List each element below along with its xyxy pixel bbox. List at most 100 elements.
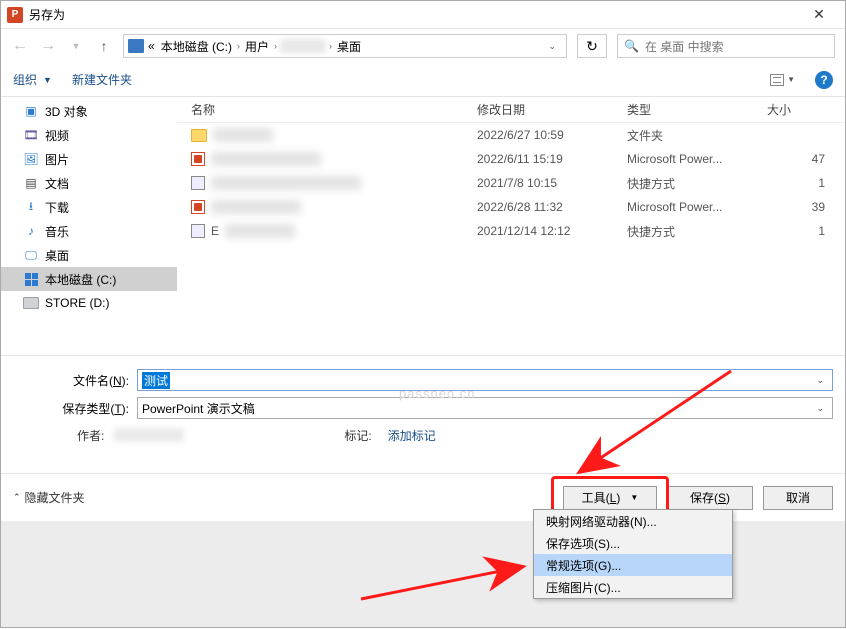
cell-type: 快捷方式: [627, 223, 767, 240]
cell-type: 文件夹: [627, 127, 767, 144]
view-icon: [770, 74, 784, 86]
sidebar-item-label: 视频: [45, 127, 69, 144]
crumb-1[interactable]: 用户: [243, 38, 271, 55]
crumb-2-redacted[interactable]: xxx: [280, 39, 326, 53]
file-row[interactable]: 2022/6/28 11:32 Microsoft Power... 39: [177, 195, 845, 219]
file-row[interactable]: 2022/6/11 15:19 Microsoft Power... 47: [177, 147, 845, 171]
sidebar-item-3d[interactable]: ▣ 3D 对象: [1, 99, 177, 123]
sidebar-item-label: STORE (D:): [45, 296, 109, 310]
filename-redacted: [225, 224, 295, 238]
sidebar-item-label: 下载: [45, 199, 69, 216]
music-icon: ♪: [23, 224, 39, 238]
chevron-right-icon: ›: [273, 41, 278, 51]
author-redacted: [114, 428, 184, 442]
sidebar-item-pictures[interactable]: 🖼 图片: [1, 147, 177, 171]
sidebar-item-desktop[interactable]: 🖵桌面: [1, 243, 177, 267]
cell-date: 2022/6/27 10:59: [477, 128, 627, 142]
filename-value: 测试: [142, 372, 170, 389]
shortcut-icon: [191, 176, 205, 190]
chevron-right-icon: ›: [236, 41, 241, 51]
chevron-down-icon: ▼: [630, 493, 638, 502]
sidebar-item-downloads[interactable]: ⭳下载: [1, 195, 177, 219]
drive-icon: [23, 296, 39, 310]
cube-icon: ▣: [23, 104, 39, 118]
sidebar-item-music[interactable]: ♪ 音乐: [1, 219, 177, 243]
up-button[interactable]: ↑: [95, 38, 113, 54]
chevron-right-icon: ›: [328, 41, 333, 51]
filename-redacted: [211, 200, 301, 214]
sidebar-item-documents[interactable]: ▤文档: [1, 171, 177, 195]
caret-icon: ⌃: [13, 492, 21, 503]
tools-button[interactable]: 工具(L) ▼: [563, 486, 657, 510]
menu-general-options[interactable]: 常规选项(G)...: [534, 554, 732, 576]
file-row[interactable]: 2021/7/8 10:15 快捷方式 1: [177, 171, 845, 195]
hide-folders-label: 隐藏文件夹: [25, 489, 85, 506]
savetype-select[interactable]: PowerPoint 演示文稿 ⌄: [137, 397, 833, 419]
help-button[interactable]: ?: [815, 71, 833, 89]
savetype-label: 保存类型(T):: [13, 400, 129, 417]
col-name[interactable]: 名称: [177, 101, 477, 118]
metadata-row: 作者: 标记: 添加标记: [13, 422, 833, 448]
sidebar-item-label: 3D 对象: [45, 103, 88, 120]
col-size[interactable]: 大小: [767, 101, 845, 118]
sidebar-item-label: 图片: [45, 151, 69, 168]
filename-label: 文件名(N):: [13, 372, 129, 389]
document-icon: ▤: [23, 176, 39, 190]
crumb-prefix: «: [146, 39, 157, 53]
crumb-0[interactable]: 本地磁盘 (C:): [159, 38, 234, 55]
search-input[interactable]: 🔍 在 桌面 中搜索: [617, 34, 835, 58]
organize-button[interactable]: 组织: [13, 71, 37, 88]
recent-locations-button[interactable]: ▼: [67, 41, 85, 51]
add-tag-link[interactable]: 添加标记: [388, 427, 436, 444]
organize-dropdown-icon[interactable]: ▼: [43, 75, 52, 85]
window-title: 另存为: [29, 6, 799, 23]
col-date[interactable]: 修改日期: [477, 101, 627, 118]
menu-compress-pictures[interactable]: 压缩图片(C)...: [534, 576, 732, 598]
cell-type: Microsoft Power...: [627, 152, 767, 166]
menu-map-network-drive[interactable]: 映射网络驱动器(N)...: [534, 510, 732, 532]
chevron-down-icon[interactable]: ⌄: [812, 375, 828, 386]
forward-button[interactable]: →: [39, 37, 57, 55]
filename-redacted: [211, 176, 361, 190]
savetype-value: PowerPoint 演示文稿: [142, 400, 812, 417]
cell-type: 快捷方式: [627, 175, 767, 192]
powerpoint-icon: P: [7, 7, 23, 23]
tools-menu: 映射网络驱动器(N)... 保存选项(S)... 常规选项(G)... 压缩图片…: [533, 509, 733, 599]
file-row[interactable]: E 2021/12/14 12:12 快捷方式 1: [177, 219, 845, 243]
col-type[interactable]: 类型: [627, 101, 767, 118]
cell-date: 2022/6/28 11:32: [477, 200, 627, 214]
file-row[interactable]: 2022/6/27 10:59 文件夹: [177, 123, 845, 147]
refresh-button[interactable]: ↻: [577, 34, 607, 58]
video-icon: 🎞: [23, 128, 39, 142]
save-button[interactable]: 保存(S): [667, 486, 753, 510]
address-dropdown[interactable]: ⌄: [542, 41, 562, 52]
cell-size: 47: [767, 152, 845, 166]
chevron-down-icon[interactable]: ⌄: [812, 403, 828, 414]
sidebar-item-local-disk-c[interactable]: 本地磁盘 (C:): [1, 267, 177, 291]
view-button[interactable]: ▼: [770, 74, 795, 86]
file-list: 名称 修改日期 类型 大小 2022/6/27 10:59 文件夹 2022/6…: [177, 97, 845, 355]
sidebar-item-video[interactable]: 🎞 视频: [1, 123, 177, 147]
cell-size: 1: [767, 176, 845, 190]
windows-drive-icon: [23, 272, 39, 286]
close-button[interactable]: ✕: [799, 6, 839, 23]
main-area: ▣ 3D 对象 🎞 视频 🖼 图片 ▤文档 ⭳下载 ♪ 音乐 🖵桌面 本地磁盘 (C:)…: [1, 97, 845, 355]
filename-redacted: [213, 128, 273, 142]
hide-folders-toggle[interactable]: ⌃ 隐藏文件夹: [13, 489, 85, 506]
sidebar: ▣ 3D 对象 🎞 视频 🖼 图片 ▤文档 ⭳下载 ♪ 音乐 🖵桌面 本地磁盘 (C:)…: [1, 97, 177, 355]
cancel-button[interactable]: 取消: [763, 486, 833, 510]
column-headers: 名称 修改日期 类型 大小: [177, 97, 845, 123]
cell-date: 2021/12/14 12:12: [477, 224, 627, 238]
search-icon: 🔍: [624, 39, 639, 53]
picture-icon: 🖼: [23, 152, 39, 166]
filename-input[interactable]: 测试 ⌄: [137, 369, 833, 391]
toolbar: 组织 ▼ 新建文件夹 ▼ ?: [1, 63, 845, 97]
drive-icon: [128, 39, 144, 53]
address-bar[interactable]: « 本地磁盘 (C:) › 用户 › xxx › 桌面 ⌄: [123, 34, 567, 58]
sidebar-item-store-d[interactable]: STORE (D:): [1, 291, 177, 315]
menu-save-options[interactable]: 保存选项(S)...: [534, 532, 732, 554]
sidebar-item-label: 音乐: [45, 223, 69, 240]
crumb-3[interactable]: 桌面: [335, 38, 363, 55]
back-button[interactable]: ←: [11, 37, 29, 55]
new-folder-button[interactable]: 新建文件夹: [72, 71, 132, 88]
